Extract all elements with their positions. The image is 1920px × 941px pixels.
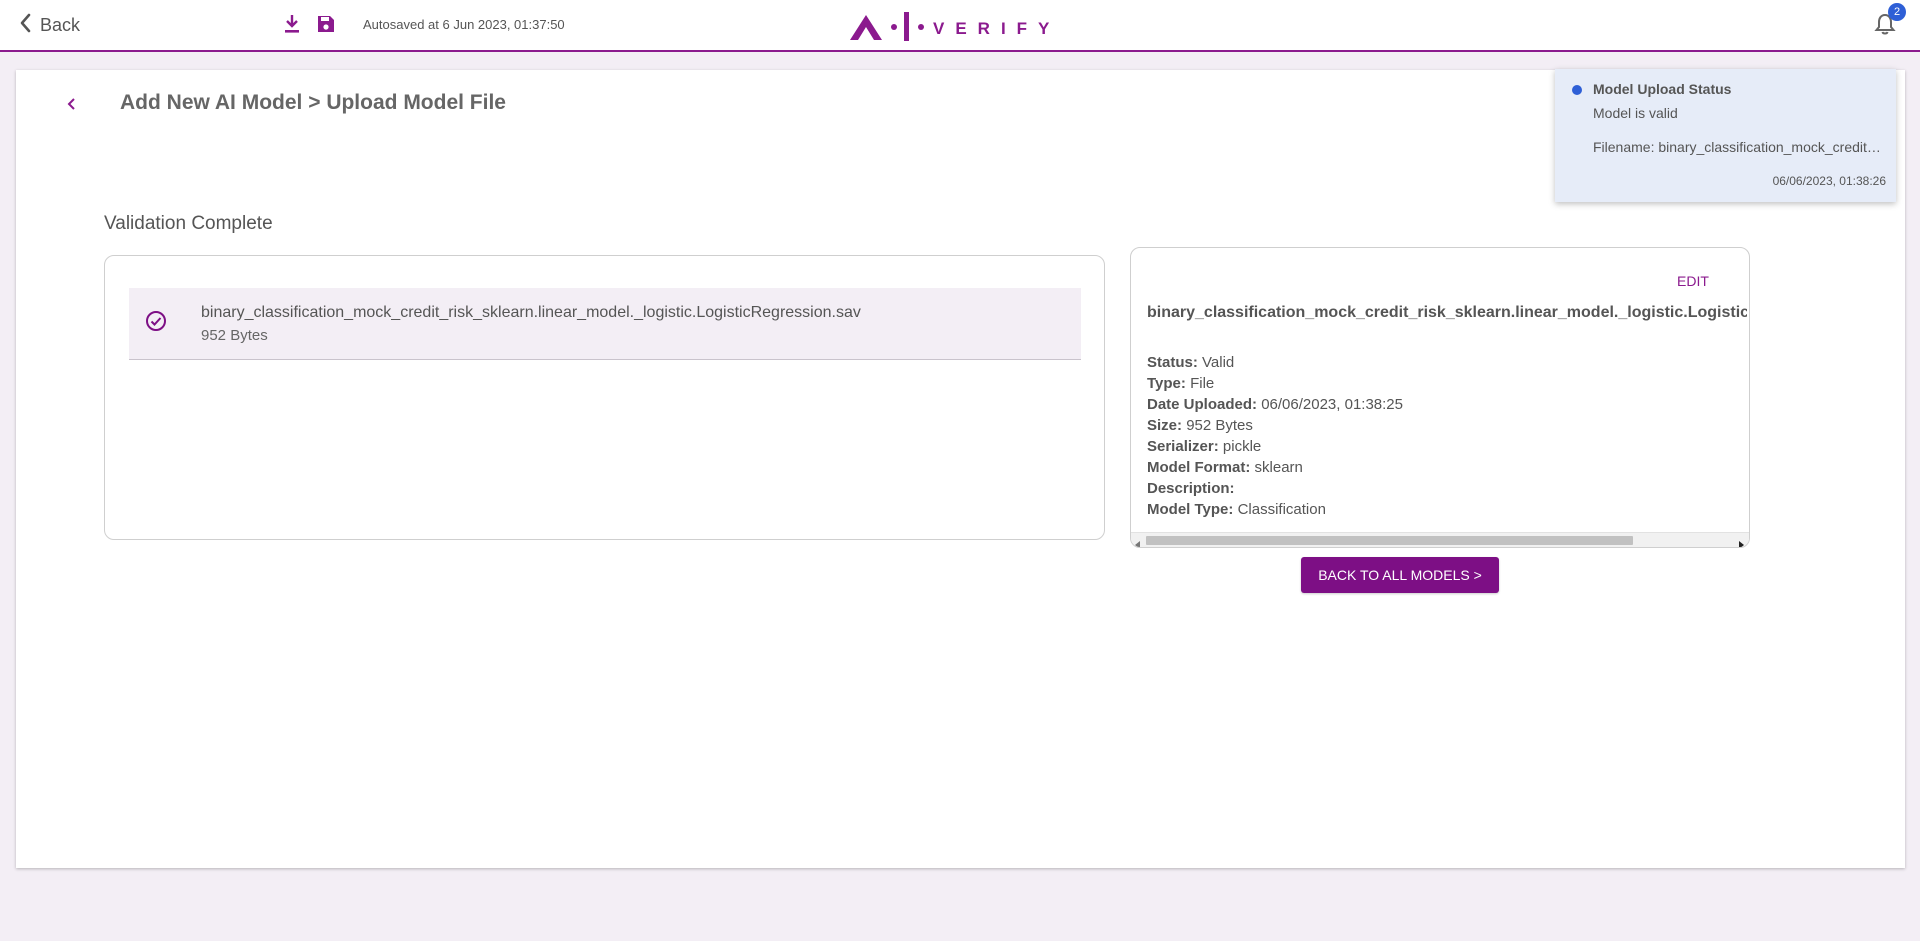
save-icon xyxy=(316,16,336,39)
scroll-right-icon[interactable] xyxy=(1738,536,1744,547)
model-file-title: binary_classification_mock_credit_risk_s… xyxy=(1147,304,1747,321)
detail-model-format: Model Format: sklearn xyxy=(1147,459,1303,476)
notification-message: Model is valid xyxy=(1593,105,1678,121)
detail-size: Size: 952 Bytes xyxy=(1147,417,1253,434)
aiverify-logo: VERIFY xyxy=(848,8,1070,49)
scroll-left-icon[interactable] xyxy=(1135,536,1141,547)
top-bar: Back Autosaved at 6 Jun 2023, 01:37:50 V… xyxy=(0,0,1920,52)
notification-popup[interactable]: Model Upload Status Model is valid Filen… xyxy=(1555,69,1896,202)
download-icon xyxy=(283,15,301,39)
notification-count-badge: 2 xyxy=(1888,3,1906,21)
download-button[interactable] xyxy=(283,13,301,40)
chevron-left-icon xyxy=(67,97,77,116)
page-back-button[interactable] xyxy=(60,94,84,118)
check-circle-icon xyxy=(144,309,168,338)
notification-title: Model Upload Status xyxy=(1593,81,1732,97)
edit-button[interactable]: EDIT xyxy=(1677,273,1709,289)
chevron-left-icon xyxy=(18,12,32,39)
list-item[interactable]: binary_classification_mock_credit_risk_s… xyxy=(129,288,1081,360)
scrollbar-thumb[interactable] xyxy=(1146,536,1633,545)
detail-description: Description: xyxy=(1147,480,1235,497)
autosave-status: Autosaved at 6 Jun 2023, 01:37:50 xyxy=(363,17,565,32)
back-label: Back xyxy=(40,14,81,35)
file-size: 952 Bytes xyxy=(201,327,268,344)
notification-timestamp: 06/06/2023, 01:38:26 xyxy=(1772,174,1886,188)
uploaded-files-panel: binary_classification_mock_credit_risk_s… xyxy=(104,255,1105,540)
horizontal-scrollbar[interactable] xyxy=(1131,532,1749,547)
detail-date-uploaded: Date Uploaded: 06/06/2023, 01:38:25 xyxy=(1147,396,1403,413)
page-title: Add New AI Model > Upload Model File xyxy=(120,91,506,114)
save-button[interactable] xyxy=(316,13,336,40)
bell-icon xyxy=(1874,13,1896,40)
detail-serializer: Serializer: pickle xyxy=(1147,438,1262,455)
detail-type: Type: File xyxy=(1147,375,1215,392)
model-details-panel: EDIT binary_classification_mock_credit_r… xyxy=(1130,247,1750,548)
back-to-all-models-button[interactable]: BACK TO ALL MODELS > xyxy=(1301,557,1499,593)
detail-status: Status: Valid xyxy=(1147,354,1235,371)
section-title: Validation Complete xyxy=(104,213,273,234)
logo-text: VERIFY xyxy=(933,19,1060,38)
back-button[interactable]: Back xyxy=(18,12,80,38)
model-details-list: Status: Valid Type: File Date Uploaded: … xyxy=(1147,352,1403,520)
detail-model-type: Model Type: Classification xyxy=(1147,501,1326,518)
notification-filename: Filename: binary_classification_mock_cre… xyxy=(1593,139,1886,155)
unread-dot xyxy=(1572,85,1582,95)
file-name: binary_classification_mock_credit_risk_s… xyxy=(201,304,861,321)
